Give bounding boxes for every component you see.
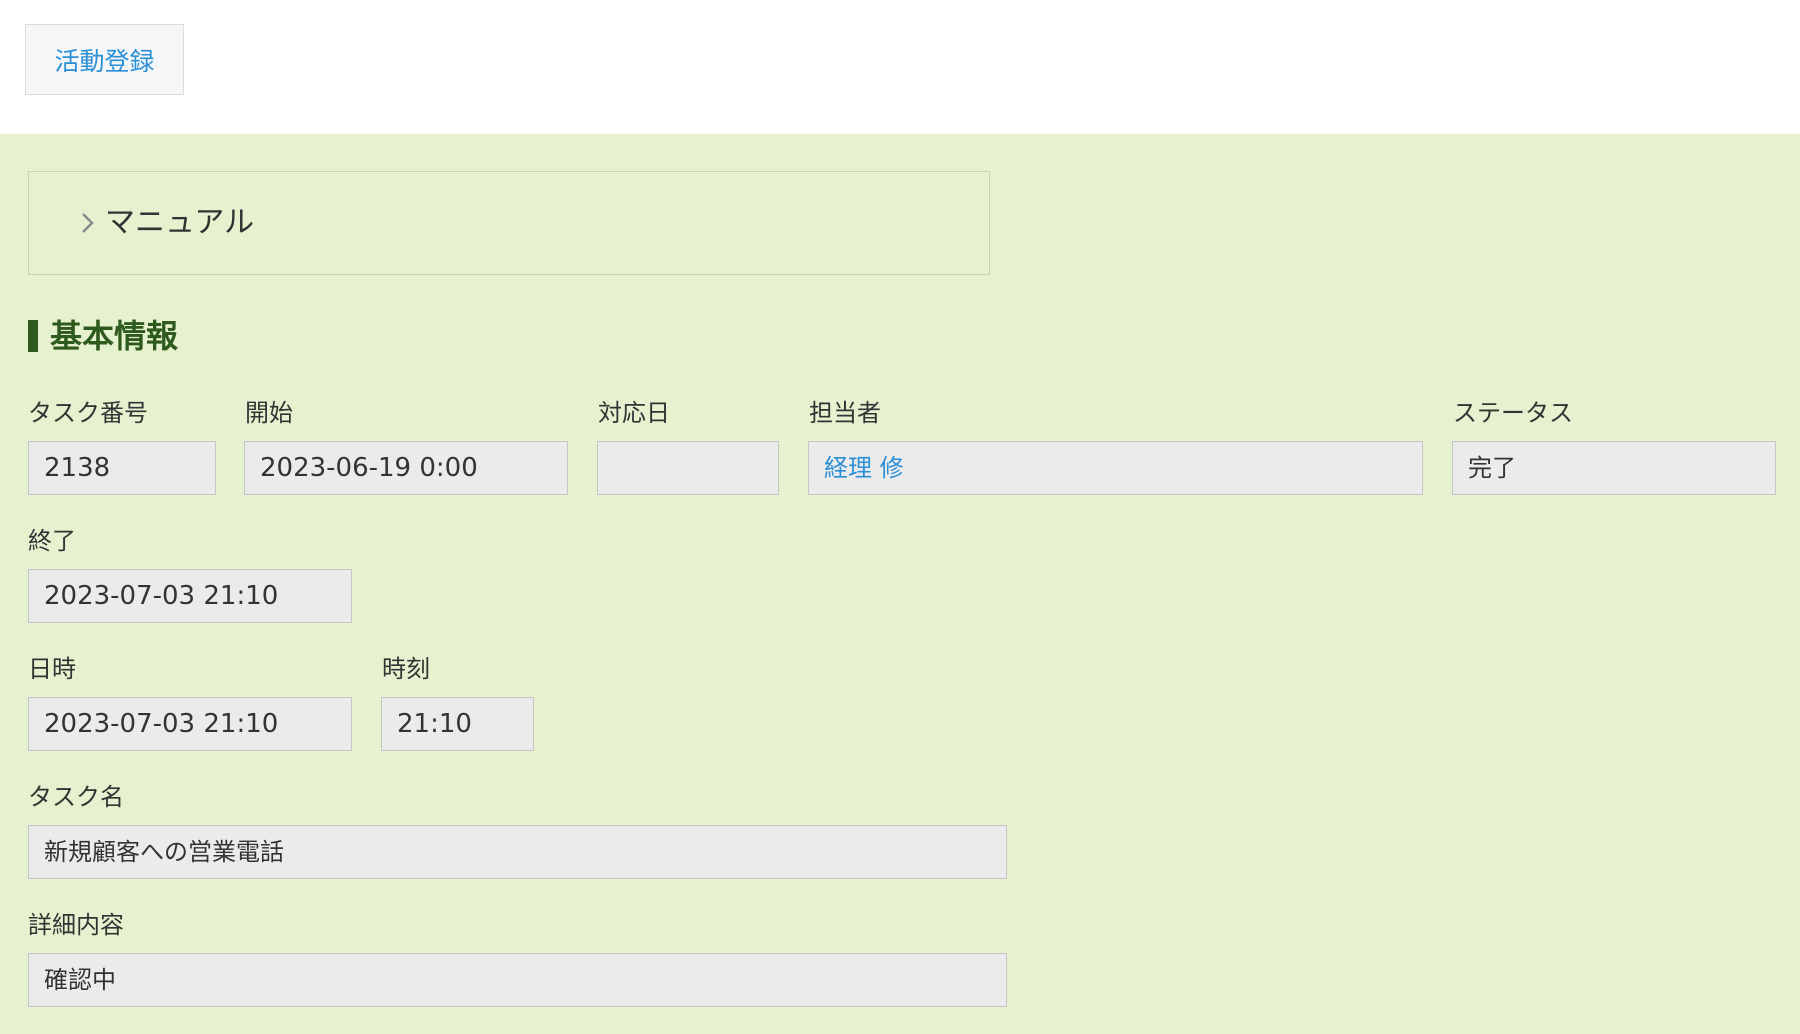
status-label: ステータス [1453,399,1573,427]
section-title: 基本情報 [50,317,179,355]
details-label: 詳細内容 [28,911,124,939]
task-name-label: タスク名 [28,783,124,811]
assignee-label: 担当者 [809,399,881,427]
time-label: 時刻 [382,655,430,683]
top-toolbar: 活動登録 [0,0,1800,134]
assignee-field: 経理 修 [808,441,1423,495]
chevron-right-icon [82,213,94,233]
end-label: 終了 [28,527,76,555]
activity-register-button[interactable]: 活動登録 [25,24,184,95]
status-field: 完了 [1452,441,1776,495]
response-date-label: 対応日 [598,399,670,427]
task-detail-panel: マニュアル 基本情報 タスク番号 2138 開始 2023-06-19 0:00… [0,134,1800,1034]
manual-label: マニュアル [105,205,255,240]
section-marker [28,320,38,352]
manual-accordion[interactable]: マニュアル [28,171,990,275]
activity-register-label: 活動登録 [54,46,155,76]
details-field: 確認中 [28,953,1007,1007]
datetime-label: 日時 [28,655,76,683]
task-number-label: タスク番号 [28,399,148,427]
start-label: 開始 [245,399,293,427]
time-field: 21:10 [381,697,534,751]
assignee-link[interactable]: 経理 修 [824,454,904,482]
response-date-field [597,441,779,495]
task-name-field: 新規顧客への営業電話 [28,825,1007,879]
start-field: 2023-06-19 0:00 [244,441,568,495]
task-number-field: 2138 [28,441,216,495]
end-field: 2023-07-03 21:10 [28,569,352,623]
datetime-field: 2023-07-03 21:10 [28,697,352,751]
